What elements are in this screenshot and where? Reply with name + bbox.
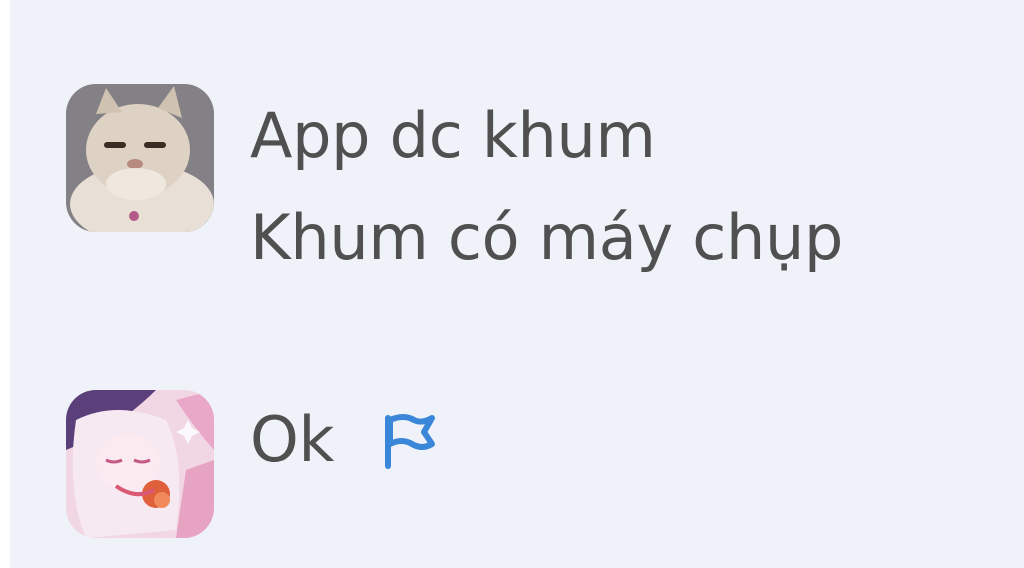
message-text-block: App dc khum Khum có máy chụp bbox=[250, 84, 843, 288]
chat-message: App dc khum Khum có máy chụp bbox=[66, 84, 843, 288]
window-left-edge bbox=[0, 0, 10, 568]
cat-avatar-image bbox=[66, 84, 214, 232]
flag-icon-graphic bbox=[385, 414, 436, 469]
message-text-block: Ok bbox=[250, 390, 438, 490]
message-line: App dc khum bbox=[250, 99, 656, 172]
chat-message: Ok bbox=[66, 390, 438, 538]
message-line: Khum có máy chụp bbox=[250, 201, 844, 274]
message-row: Ok bbox=[250, 390, 438, 490]
anime-girl-avatar-image bbox=[66, 390, 214, 538]
cat-avatar-icon[interactable] bbox=[66, 84, 214, 232]
anime-girl-avatar-icon[interactable] bbox=[66, 390, 214, 538]
flag-icon[interactable] bbox=[378, 410, 438, 470]
message-line: Ok bbox=[250, 403, 335, 476]
